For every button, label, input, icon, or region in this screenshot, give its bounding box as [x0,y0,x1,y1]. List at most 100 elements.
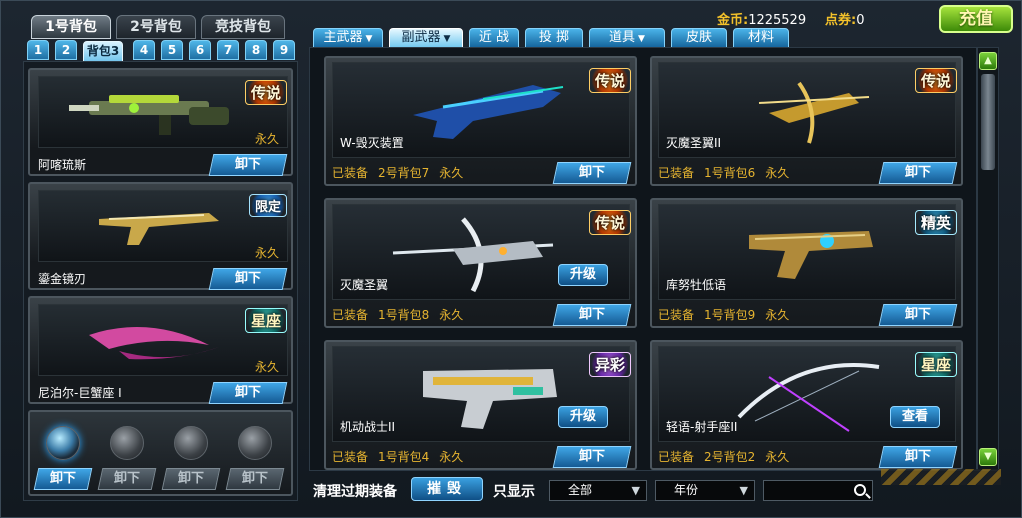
scroll-thumb[interactable] [981,74,995,170]
unequip-button[interactable]: 卸下 [552,446,632,468]
legend-badge: 传说 [588,68,631,93]
unequip-button[interactable]: 卸下 [208,154,288,176]
item-duration: 永久 [254,246,279,260]
unequip-button-label: 卸下 [904,307,931,322]
upgrade-button[interactable]: 升级 [558,264,608,286]
upgrade-button[interactable]: 升级 [558,406,608,428]
bag-number-5[interactable]: 5 [161,40,183,60]
grenade-icon [46,426,80,460]
bag-tab-1[interactable]: 1号背包 [31,15,111,39]
view-button[interactable]: 查看 [890,406,940,428]
unequip-button[interactable]: 卸下 [33,468,93,490]
filter-year-select[interactable]: 年份 ▼ [655,480,755,501]
bag-number-1[interactable]: 1 [27,40,49,60]
item-duration: 永久 [439,450,464,464]
loadout-card-melee[interactable]: 星座 永久 尼泊尔-巨蟹座 I 卸下 [28,296,293,404]
equip-state: 已装备 [332,166,369,180]
inventory-card[interactable]: 传说 灭魔圣翼II 已装备 1号背包6 永久 卸下 [650,56,963,186]
limited-badge: 限定 [248,194,287,217]
recharge-button[interactable]: 充值 [939,5,1013,33]
item-status: 已装备 1号背包8 永久 [332,306,473,323]
unequip-button[interactable]: 卸下 [552,162,632,184]
bag-number-4[interactable]: 4 [133,40,155,60]
item-name: 机动战士II [340,420,396,434]
unequip-button[interactable]: 卸下 [97,468,157,490]
tab-primary-weapon[interactable]: 主武器 ▼ [313,28,383,48]
item-duration: 永久 [439,166,464,180]
gold-balance: 金币:1225529 [717,9,806,28]
filter-year-value: 年份 [674,483,699,497]
item-status: 已装备 2号背包2 永久 [658,448,799,465]
tab-items[interactable]: 道具 ▼ [589,28,665,48]
unequip-button[interactable]: 卸下 [208,382,288,404]
inventory-card[interactable]: 传说 升级 灭魔圣翼 已装备 1号背包8 永久 卸下 [324,198,637,328]
tab-melee[interactable]: 近 战 [469,28,519,48]
grenade-slot-2[interactable]: 卸下 [97,422,158,492]
bag-tab-2[interactable]: 2号背包 [116,15,196,39]
tab-label: 道具 [609,30,636,45]
triangle-up-icon[interactable]: ▲ [979,52,997,70]
legend-badge: 传说 [588,210,631,235]
unequip-button[interactable]: 卸下 [161,468,221,490]
item-name: W-毁灭装置 [340,136,404,150]
bag-tab-arena[interactable]: 竞技背包 [201,15,285,39]
equip-state: 已装备 [658,450,695,464]
grenade-slot-4[interactable]: 卸下 [225,422,286,492]
item-name: 灭魔圣翼 [340,278,389,292]
unequip-button-label: 卸下 [578,165,605,180]
bag-slot: 1号背包8 [378,308,430,322]
inventory-card[interactable]: 传说 W-毁灭装置 已装备 2号背包7 永久 卸下 [324,56,637,186]
grenade-slot-1[interactable]: 卸下 [33,422,94,492]
bag-number-6[interactable]: 6 [189,40,211,60]
inventory-scrollbar[interactable]: ▲ ▼ [977,47,999,471]
tab-secondary-weapon[interactable]: 副武器 ▼ [389,28,463,48]
hazard-stripes [881,469,1001,485]
destroy-button[interactable]: 摧毁 [411,477,483,501]
tab-materials[interactable]: 材料 [733,28,789,48]
tab-throwable[interactable]: 投 掷 [525,28,583,48]
legend-badge: 传说 [244,80,287,105]
unequip-button[interactable]: 卸下 [878,446,958,468]
tab-skins[interactable]: 皮肤 [671,28,727,48]
unequip-button[interactable]: 卸下 [208,268,288,290]
chevron-down-icon: ▼ [365,34,373,44]
item-status: 已装备 1号背包9 永久 [658,306,799,323]
bag-number-2[interactable]: 2 [55,40,77,60]
bag-number-8[interactable]: 8 [245,40,267,60]
tab-label: 主武器 [323,30,363,45]
bag-number-3[interactable]: 背包3 [83,41,123,63]
item-name: 灭魔圣翼II [666,136,722,150]
item-status: 已装备 2号背包7 永久 [332,164,473,181]
unequip-button-label: 卸下 [234,385,261,400]
item-duration: 永久 [765,308,790,322]
bag-slot: 2号背包2 [704,450,756,464]
chevron-down-icon: ▼ [443,34,451,44]
grenade-slot-3[interactable]: 卸下 [161,422,222,492]
bag-slot: 1号背包4 [378,450,430,464]
filter-type-select[interactable]: 全部 ▼ [549,480,647,501]
inventory-card[interactable]: 星座 查看 轻语-射手座II 已装备 2号背包2 永久 卸下 [650,340,963,470]
item-duration: 永久 [254,360,279,374]
loadout-card-primary[interactable]: 传说 永久 阿喀琉斯 卸下 [28,68,293,176]
item-duration: 永久 [765,166,790,180]
unequip-button-label: 卸下 [241,471,268,486]
item-duration: 永久 [254,132,279,146]
bag-number-9[interactable]: 9 [273,40,295,60]
inventory-card[interactable]: 异彩 升级 机动战士II 已装备 1号背包4 永久 卸下 [324,340,637,470]
loadout-card-secondary[interactable]: 限定 永久 鎏金镜刃 卸下 [28,182,293,290]
bag-number-7[interactable]: 7 [217,40,239,60]
search-input[interactable] [763,480,873,501]
unequip-button[interactable]: 卸下 [878,304,958,326]
gold-value: 1225529 [748,13,807,28]
inventory-card[interactable]: 精英 库努牡低语 已装备 1号背包9 永久 卸下 [650,198,963,328]
equip-state: 已装备 [332,450,369,464]
unequip-button[interactable]: 卸下 [225,468,285,490]
unequip-button-label: 卸下 [49,471,76,486]
magnifier-icon[interactable] [854,484,866,496]
unequip-button[interactable]: 卸下 [878,162,958,184]
bag-slot: 1号背包9 [704,308,756,322]
triangle-down-icon[interactable]: ▼ [979,448,997,466]
unequip-button[interactable]: 卸下 [552,304,632,326]
item-name: 库努牡低语 [666,278,727,292]
item-duration: 永久 [439,308,464,322]
